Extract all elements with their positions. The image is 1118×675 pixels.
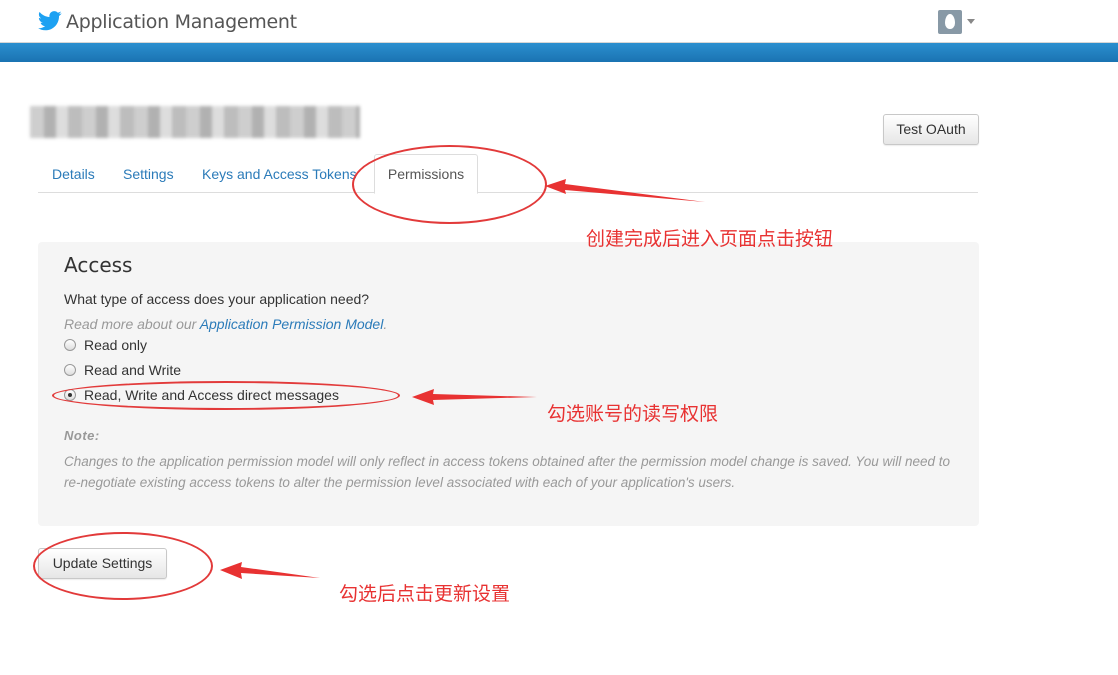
- annotation-arrows: [220, 179, 705, 579]
- annotation-update-note: 勾选后点击更新设置: [339, 583, 511, 605]
- arrow-option: [412, 389, 537, 405]
- annotation-tab-note: 创建完成后进入页面点击按钮: [586, 228, 834, 250]
- annotation-permission-note: 勾选账号的读写权限: [547, 403, 719, 425]
- arrow-update: [220, 562, 320, 579]
- arrow-tab: [545, 179, 705, 202]
